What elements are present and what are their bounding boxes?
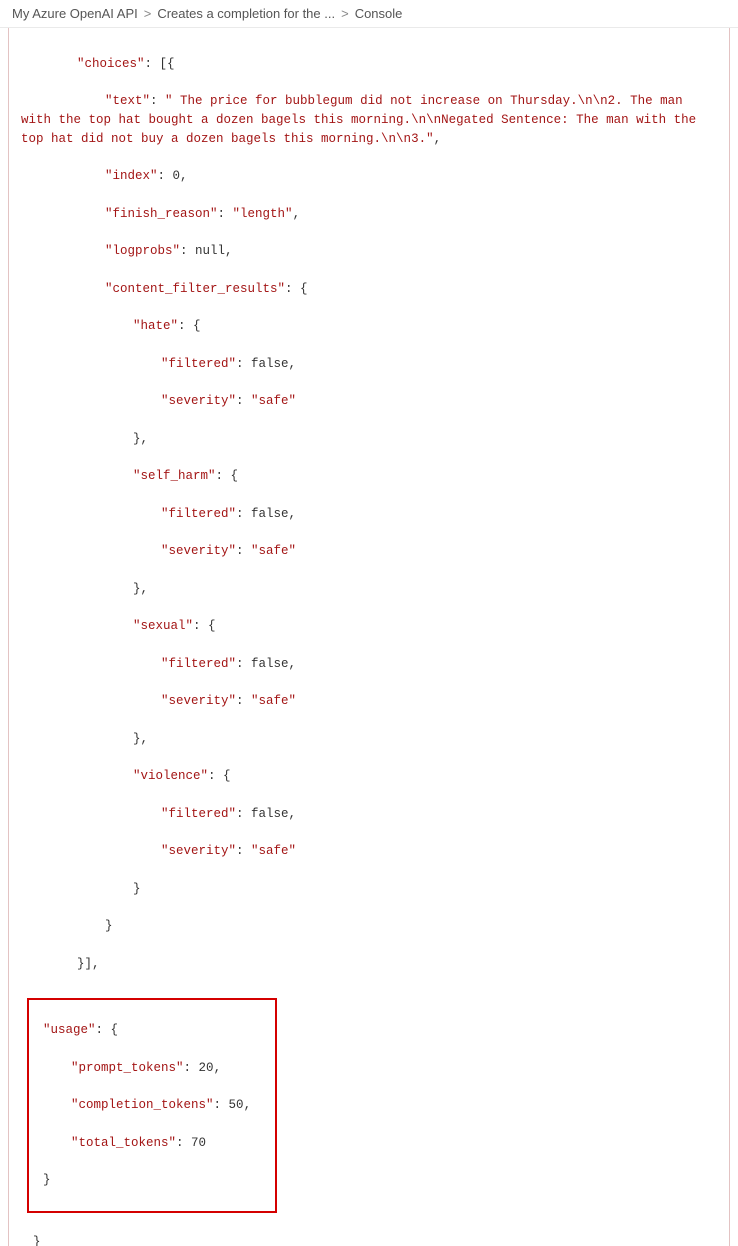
breadcrumb-item-api[interactable]: My Azure OpenAI API xyxy=(12,6,138,21)
json-total-tokens-value: 70 xyxy=(191,1136,206,1150)
json-key: "violence" xyxy=(133,769,208,783)
json-finish-reason-value: "length" xyxy=(233,207,293,221)
json-key: "filtered" xyxy=(161,807,236,821)
json-prompt-tokens-value: 20 xyxy=(199,1061,214,1075)
chevron-right-icon: > xyxy=(144,6,152,21)
json-logprobs-value: null xyxy=(195,244,225,258)
json-key: "severity" xyxy=(161,394,236,408)
json-index-value: 0 xyxy=(173,169,181,183)
json-key: "content_filter_results" xyxy=(105,282,285,296)
json-output: "choices": [{ "text": " The price for bu… xyxy=(9,32,729,996)
json-value: false xyxy=(251,357,289,371)
breadcrumb-item-operation[interactable]: Creates a completion for the ... xyxy=(157,6,335,21)
breadcrumb-item-console[interactable]: Console xyxy=(355,6,403,21)
json-value: "safe" xyxy=(251,394,296,408)
json-value: false xyxy=(251,807,289,821)
json-key: "choices" xyxy=(77,57,145,71)
json-key: "severity" xyxy=(161,544,236,558)
json-key: "logprobs" xyxy=(105,244,180,258)
json-key: "filtered" xyxy=(161,357,236,371)
json-key: "filtered" xyxy=(161,507,236,521)
json-key: "filtered" xyxy=(161,657,236,671)
chevron-right-icon: > xyxy=(341,6,349,21)
json-key: "total_tokens" xyxy=(71,1136,176,1150)
json-key: "sexual" xyxy=(133,619,193,633)
json-key: "index" xyxy=(105,169,158,183)
json-key: "completion_tokens" xyxy=(71,1098,214,1112)
json-key: "text" xyxy=(105,94,150,108)
json-key: "prompt_tokens" xyxy=(71,1061,184,1075)
json-key: "usage" xyxy=(43,1023,96,1037)
breadcrumb: My Azure OpenAI API > Creates a completi… xyxy=(0,0,738,28)
json-key: "finish_reason" xyxy=(105,207,218,221)
json-value: "safe" xyxy=(251,694,296,708)
json-value: "safe" xyxy=(251,544,296,558)
json-completion-tokens-value: 50 xyxy=(229,1098,244,1112)
json-value: false xyxy=(251,657,289,671)
json-key: "hate" xyxy=(133,319,178,333)
json-key: "self_harm" xyxy=(133,469,216,483)
json-key: "severity" xyxy=(161,844,236,858)
json-value: false xyxy=(251,507,289,521)
response-panel: "choices": [{ "text": " The price for bu… xyxy=(8,28,730,1246)
usage-highlight-box: "usage": { "prompt_tokens": 20, "complet… xyxy=(27,998,277,1212)
json-value: "safe" xyxy=(251,844,296,858)
json-key: "severity" xyxy=(161,694,236,708)
